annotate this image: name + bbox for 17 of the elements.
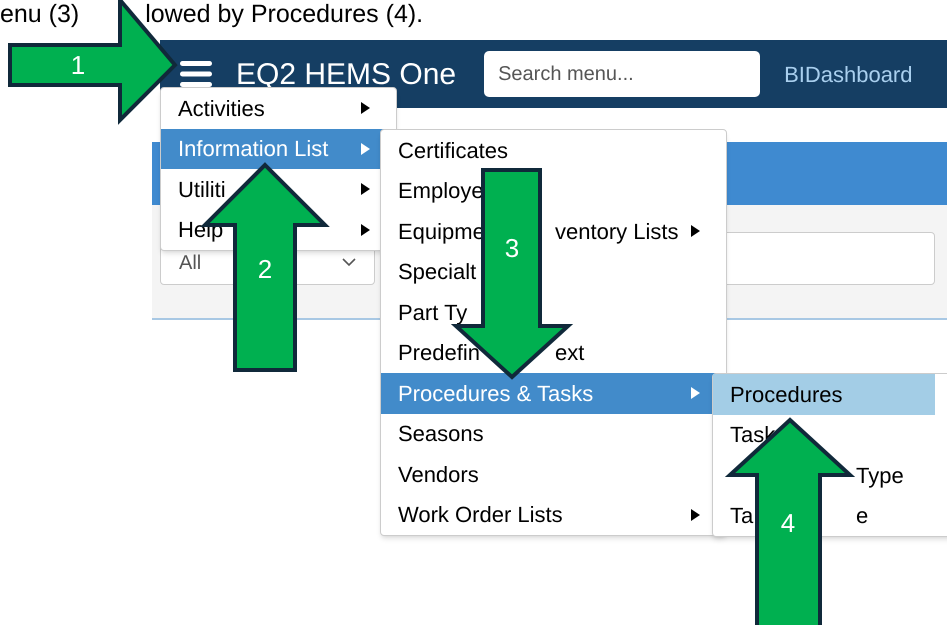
menu-item[interactable]: Type (856, 458, 904, 492)
search-field[interactable]: Search menu... (484, 51, 760, 97)
menu-item[interactable]: Procedures (713, 374, 935, 414)
menu-item[interactable]: Employe (381, 170, 726, 211)
menu-item[interactable]: Work Order Lists (381, 494, 726, 535)
item-label: ext (555, 339, 584, 368)
caption-text: enu (3) (0, 0, 80, 28)
menu-item[interactable]: Part Ty (381, 292, 726, 332)
caption-text: lowed by Procedures (4). (145, 0, 424, 28)
menu-icon[interactable] (180, 61, 212, 87)
item-label: e (856, 502, 868, 530)
menu-item[interactable]: Predefin (398, 340, 480, 366)
menu-item[interactable]: Equipme (398, 218, 485, 244)
chevron-icon (342, 258, 356, 267)
menu-item[interactable]: Ta (730, 503, 754, 528)
item-label: ventory Lists (555, 218, 678, 246)
nav-link[interactable]: BIDashboard (784, 58, 912, 90)
